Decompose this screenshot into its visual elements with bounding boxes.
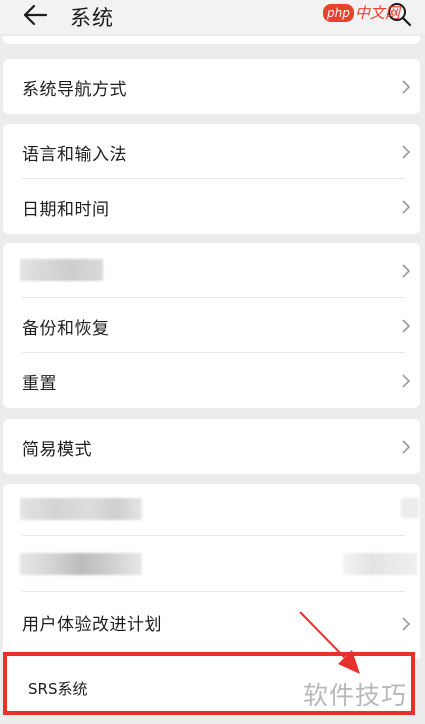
settings-group-language-time: 语言和输入法 日期和时间 xyxy=(3,124,420,234)
chevron-right-icon xyxy=(402,264,411,278)
settings-row-simple-mode[interactable]: 简易模式 xyxy=(3,419,420,474)
settings-row-backup-restore[interactable]: 备份和恢复 xyxy=(3,298,420,353)
row-label: 重置 xyxy=(22,374,57,394)
settings-row-user-experience[interactable]: 用户体验改进计划 xyxy=(3,592,420,650)
settings-row-blurred[interactable] xyxy=(3,484,420,536)
settings-group-simple-mode: 简易模式 xyxy=(3,419,420,474)
row-label: 简易模式 xyxy=(22,440,92,460)
chevron-right-icon xyxy=(402,200,411,214)
blurred-value xyxy=(343,553,417,575)
chevron-right-icon xyxy=(402,440,411,454)
page-title: 系统 xyxy=(70,6,114,30)
app-header: 系统 php 中文网 xyxy=(0,0,425,34)
settings-group-misc: 用户体验改进计划 xyxy=(3,484,420,659)
settings-row-language-input[interactable]: 语言和输入法 xyxy=(3,124,420,179)
row-label: 备份和恢复 xyxy=(22,319,110,339)
row-label: 语言和输入法 xyxy=(22,145,127,165)
blurred-label xyxy=(20,498,142,520)
settings-row-blurred[interactable] xyxy=(3,536,420,592)
watermark-badge: php xyxy=(323,3,354,22)
row-label: 日期和时间 xyxy=(22,200,110,220)
chevron-right-icon xyxy=(402,80,411,94)
settings-group-navigation: 系统导航方式 xyxy=(3,59,420,114)
site-watermark: php 中文网 xyxy=(323,2,400,26)
chevron-right-icon xyxy=(402,319,411,333)
row-label: SRS系统 xyxy=(28,680,88,698)
row-label: 系统导航方式 xyxy=(22,80,127,100)
arrow-left-icon[interactable] xyxy=(22,4,48,26)
site-watermark-bottom: 软件技巧 xyxy=(303,681,408,710)
previous-card-edge xyxy=(3,36,420,44)
row-label: 用户体验改进计划 xyxy=(22,615,162,635)
settings-screen: 系统 php 中文网 系统导航方式 语言和输入法 日期和时间 备份和恢复 重置 … xyxy=(0,0,425,724)
blurred-label xyxy=(20,259,103,281)
chevron-right-icon xyxy=(402,145,411,159)
settings-row-date-time[interactable]: 日期和时间 xyxy=(3,179,420,234)
chevron-right-icon xyxy=(402,617,411,631)
settings-row-reset[interactable]: 重置 xyxy=(3,353,420,408)
settings-group-backup-reset: 备份和恢复 重置 xyxy=(3,243,420,408)
settings-row-blurred[interactable] xyxy=(3,243,420,298)
blurred-label xyxy=(20,553,142,575)
settings-row-nav-mode[interactable]: 系统导航方式 xyxy=(3,59,420,114)
blurred-value xyxy=(401,498,419,518)
chevron-right-icon xyxy=(402,374,411,388)
watermark-text: 中文网 xyxy=(354,4,400,22)
